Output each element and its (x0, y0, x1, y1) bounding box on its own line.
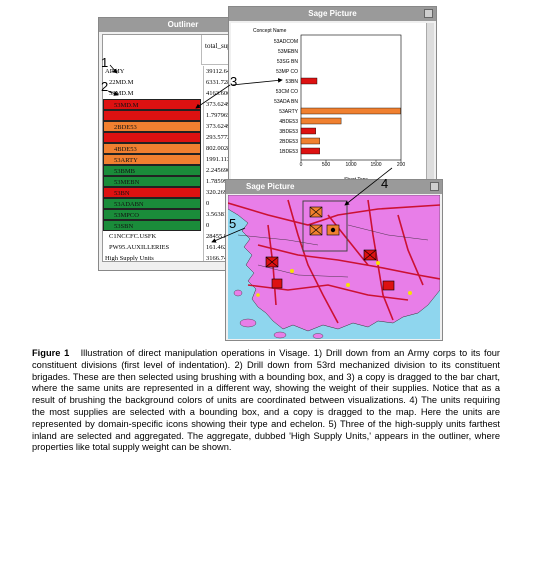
callout-2: 2 (101, 79, 109, 94)
callout-4: 4 (381, 176, 389, 191)
callout-3: 3 (230, 74, 238, 89)
figure-label: Figure 1 (32, 348, 70, 358)
caption-text: Illustration of direct manipulation oper… (32, 348, 501, 453)
callout-1: 1 (101, 55, 109, 70)
figure-caption: Figure 1 Illustration of direct manipula… (32, 348, 500, 454)
callout-5: 5 (229, 216, 237, 231)
callout-arrows (107, 64, 393, 243)
